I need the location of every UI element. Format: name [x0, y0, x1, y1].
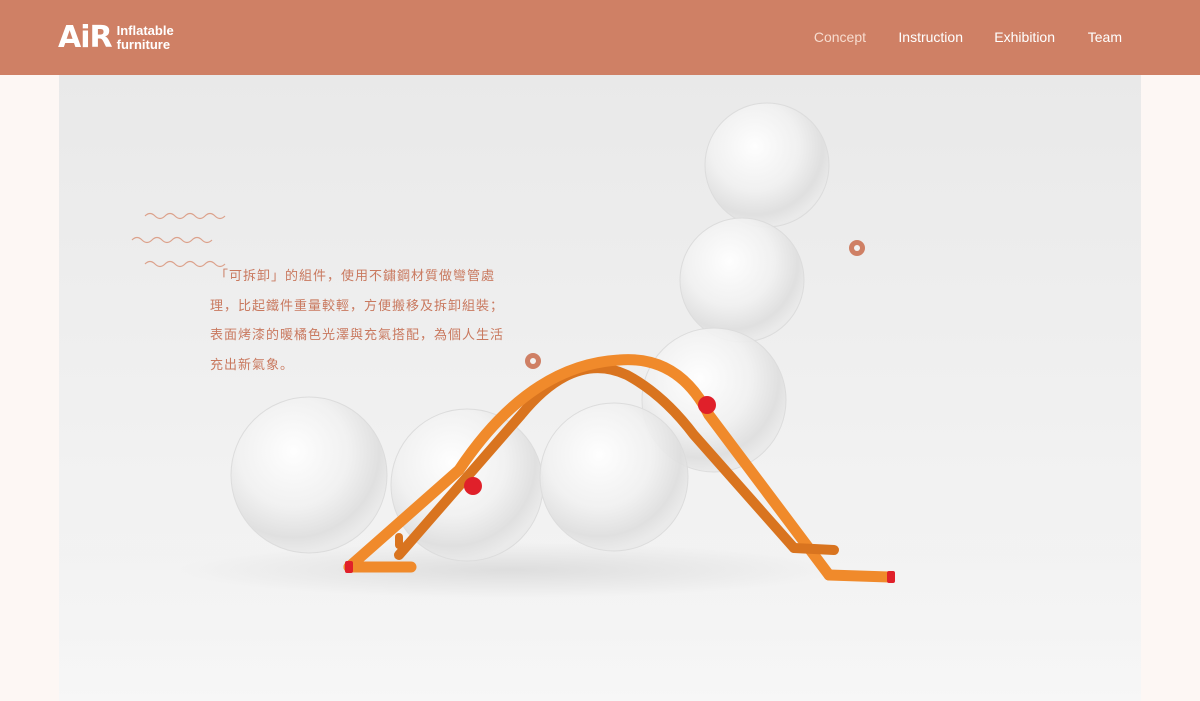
nav-instruction[interactable]: Instruction	[898, 29, 963, 45]
logo-mark: AiR	[58, 20, 113, 55]
nav-exhibition[interactable]: Exhibition	[994, 29, 1055, 45]
wave-decoration-icon	[131, 212, 226, 268]
concept-description: 「可拆卸」的組件，使用不鏽鋼材質做彎管處 理，比起鐵件重量較輕，方便搬移及拆卸組…	[210, 262, 510, 380]
concept-line: 表面烤漆的暖橘色光澤與充氣搭配，為個人生活	[210, 328, 505, 343]
hotspot-dot-icon[interactable]	[849, 240, 865, 256]
hero-image	[59, 75, 1141, 701]
site-logo[interactable]: AiR Inflatable furniture	[58, 20, 174, 56]
nav-team[interactable]: Team	[1088, 29, 1122, 45]
logo-line-2: furniture	[116, 37, 171, 52]
concept-line: 理，比起鐵件重量較輕，方便搬移及拆卸組裝；	[210, 298, 505, 314]
hotspot-dot-icon[interactable]	[525, 353, 541, 369]
inflatable-furniture-photo	[59, 102, 1141, 701]
concept-line: 充出新氣象。	[210, 357, 295, 373]
logo-line-1: Inflatable	[116, 23, 174, 38]
site-header: AiR Inflatable furniture Concept Instruc…	[0, 0, 1200, 75]
logo-text: Inflatable furniture	[117, 24, 174, 52]
nav-concept[interactable]: Concept	[814, 29, 866, 45]
concept-line: 「可拆卸」的組件，使用不鏽鋼材質做彎管處	[215, 269, 496, 284]
